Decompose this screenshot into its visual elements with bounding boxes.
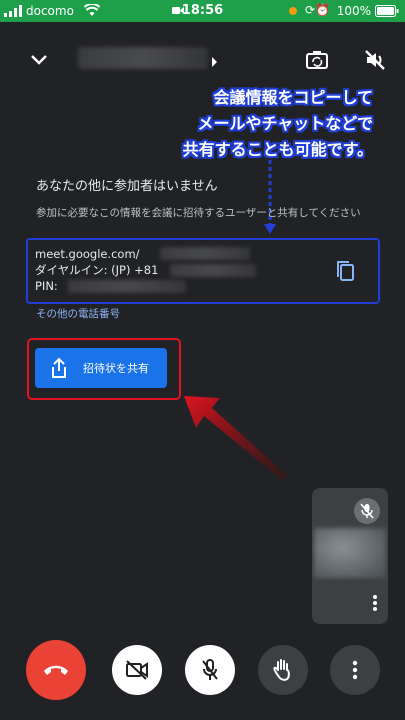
no-participants-text: あなたの他に参加者はいません xyxy=(36,179,218,194)
redacted-phone xyxy=(170,264,256,277)
end-call-icon xyxy=(44,665,68,675)
switch-camera-icon[interactable] xyxy=(302,45,332,75)
alarm-icon: ⏰ xyxy=(315,3,330,17)
self-view-tile[interactable] xyxy=(312,488,388,624)
self-video-preview xyxy=(314,528,386,578)
battery-icon xyxy=(375,5,399,17)
orange-dot-icon xyxy=(289,7,297,15)
annotation-arrow xyxy=(264,160,276,234)
chevron-right-icon[interactable] xyxy=(210,53,218,72)
end-call-button[interactable] xyxy=(26,640,86,700)
camera-off-icon xyxy=(126,660,148,680)
meeting-title-redacted[interactable] xyxy=(78,47,208,69)
share-invitation-button[interactable]: 招待状を共有 xyxy=(35,348,167,388)
meeting-link[interactable]: meet.google.com/ xyxy=(35,246,158,262)
status-bar: docomo 18:56 ⟳ ⏰ 100% xyxy=(0,0,405,22)
annotation-line-3: 共有することも可能です。 xyxy=(182,140,373,159)
chevron-down-icon[interactable] xyxy=(24,45,54,75)
share-icon xyxy=(35,357,83,379)
mic-off-icon xyxy=(202,659,218,680)
redacted-link xyxy=(160,247,250,260)
raise-hand-button[interactable] xyxy=(258,645,308,695)
redacted-pin xyxy=(68,280,186,293)
annotation-red-arrow xyxy=(184,396,288,480)
annotation-text: 会議情報をコピーして メールやチャットなどで 共有することも可能です。 xyxy=(123,85,373,163)
speaker-off-icon[interactable] xyxy=(360,45,390,75)
more-vertical-icon xyxy=(352,660,358,680)
more-vertical-icon[interactable] xyxy=(372,594,378,616)
share-button-label: 招待状を共有 xyxy=(83,362,149,375)
copy-icon[interactable] xyxy=(334,259,356,287)
raise-hand-icon xyxy=(273,659,290,681)
rotation-lock-icon: ⟳ xyxy=(304,3,315,17)
annotation-line-1: 会議情報をコピーして xyxy=(213,88,373,107)
mic-toggle-button[interactable] xyxy=(185,645,235,695)
camera-toggle-button[interactable] xyxy=(112,645,162,695)
annotation-line-2: メールやチャットなどで xyxy=(197,114,373,133)
share-instruction-text: 参加に必要なこの情報を会議に招待するユーザーと共有してください xyxy=(36,207,361,219)
battery-percent: 100% xyxy=(336,4,371,18)
dial-in-number: ダイヤルイン: (JP) +81 xyxy=(35,263,159,277)
mic-off-icon xyxy=(354,498,380,524)
other-numbers-link[interactable]: その他の電話番号 xyxy=(36,306,120,321)
more-options-button[interactable] xyxy=(330,645,380,695)
call-controls xyxy=(0,640,405,720)
